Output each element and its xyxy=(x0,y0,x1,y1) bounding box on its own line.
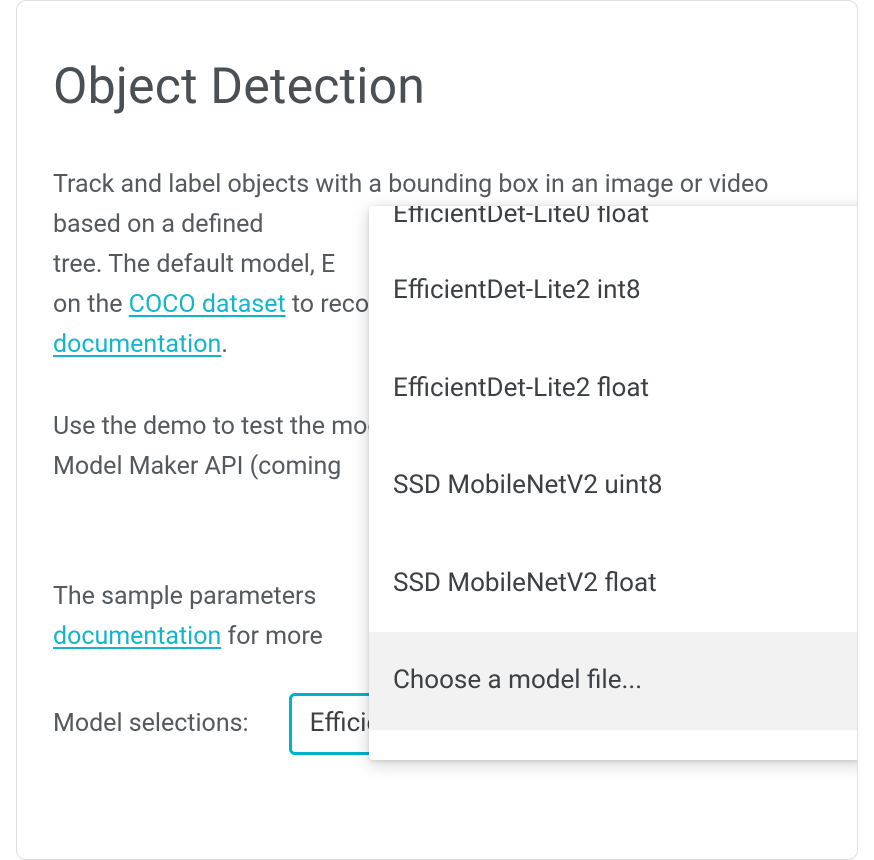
text-segment: . xyxy=(221,330,228,359)
text-segment: for more xyxy=(228,622,323,651)
dropdown-item[interactable]: SSD MobileNetV2 float xyxy=(369,535,858,633)
text-segment: on the xyxy=(53,290,129,319)
scrollbar-thumb[interactable] xyxy=(857,342,858,746)
documentation-link[interactable]: documentation xyxy=(53,330,221,359)
page-title: Object Detection xyxy=(53,47,821,127)
dropdown-item-label: SSD MobileNetV2 uint8 xyxy=(393,470,663,500)
dropdown-item-label: EfficientDet-Lite0 float xyxy=(393,206,649,236)
model-dropdown: EfficientDet-Lite0 float EfficientDet-Li… xyxy=(369,206,858,760)
dropdown-item-label: SSD MobileNetV2 float xyxy=(393,568,657,598)
dropdown-item-choose-file[interactable]: Choose a model file... xyxy=(369,632,858,730)
model-selection-label: Model selections: xyxy=(53,704,249,744)
dropdown-item[interactable]: EfficientDet-Lite2 int8 xyxy=(369,242,858,340)
dropdown-item[interactable]: EfficientDet-Lite0 float xyxy=(369,206,858,242)
text-segment: The sample parameters xyxy=(53,582,316,611)
dropdown-item-label: EfficientDet-Lite2 int8 xyxy=(393,275,641,305)
params-documentation-link[interactable]: documentation xyxy=(53,622,221,651)
dropdown-item[interactable]: SSD MobileNetV2 uint8 xyxy=(369,437,858,535)
dropdown-item-label: EfficientDet-Lite2 float xyxy=(393,373,649,403)
text-segment: tree. The default model, E xyxy=(53,250,335,279)
card-container: Object Detection Track and label objects… xyxy=(16,0,858,860)
dropdown-list: EfficientDet-Lite0 float EfficientDet-Li… xyxy=(369,206,858,760)
coco-dataset-link[interactable]: COCO dataset xyxy=(129,290,286,319)
dropdown-item[interactable]: EfficientDet-Lite2 float xyxy=(369,340,858,438)
dropdown-item-label: Choose a model file... xyxy=(393,665,642,695)
